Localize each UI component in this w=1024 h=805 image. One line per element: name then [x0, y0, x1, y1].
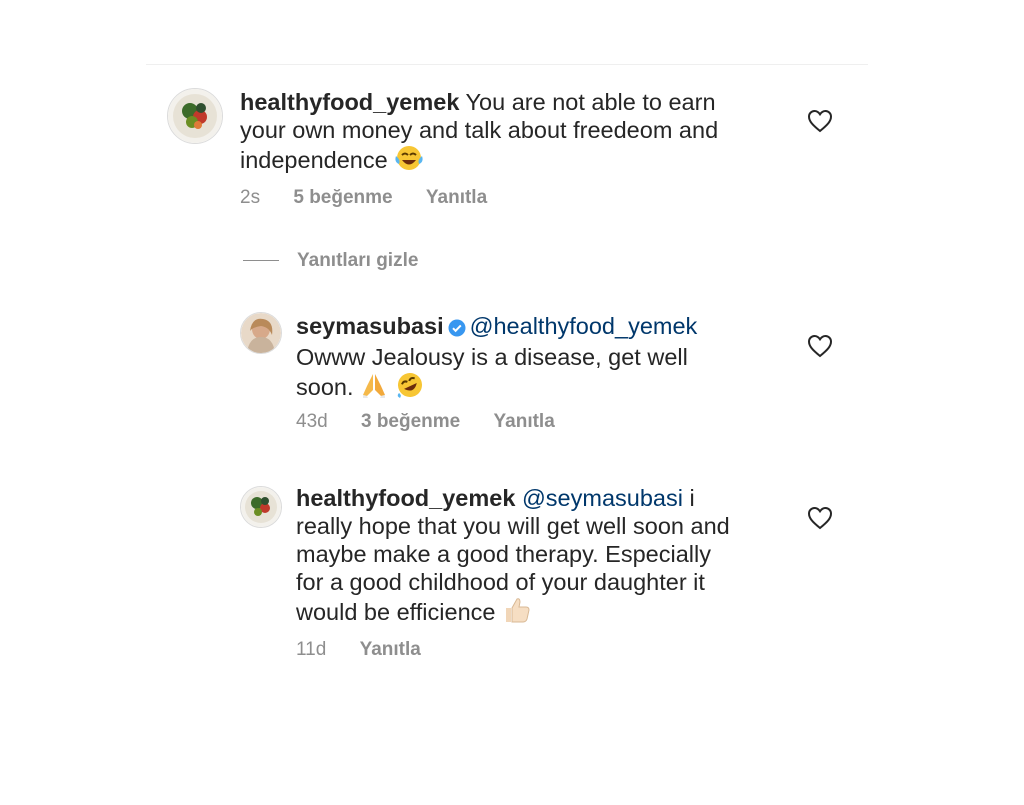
reply-line: Owww Jealousy is a disease, get well [296, 344, 688, 370]
avatar[interactable] [240, 486, 282, 528]
hide-replies-label: Yanıtları gizle [297, 250, 419, 271]
comment-text: healthyfood_yemek You are not able to ea… [240, 88, 800, 178]
hide-replies-line [243, 260, 279, 262]
comment-line: your own money and talk about freedeom a… [240, 117, 719, 143]
comment-line: independence [240, 147, 388, 173]
reply-line: maybe make a good therapy. Especially [296, 541, 711, 567]
reply-time: 43d [296, 411, 328, 432]
reply-line: i [689, 485, 695, 511]
top-divider [146, 64, 868, 65]
reply-username[interactable]: seymasubasi [296, 313, 444, 339]
heart-icon[interactable] [807, 506, 833, 530]
reply-line: really hope that you will get well soon … [296, 513, 730, 539]
reply-text: seymasubasi @healthyfood_yemek Owww Jealo… [296, 312, 796, 405]
likes-count[interactable]: 3 beğenme [361, 411, 460, 433]
mention-link[interactable]: @healthyfood_yemek [470, 313, 698, 339]
mention-link[interactable]: @seymasubasi [522, 485, 683, 511]
thumbs-up-emoji-icon [502, 596, 532, 630]
comment-line: You are not able to earn [465, 89, 716, 115]
reply-time: 11d [296, 639, 327, 660]
avatar[interactable] [240, 312, 282, 354]
reply-line: soon. [296, 374, 354, 400]
comment-time: 2s [240, 187, 261, 208]
reply-line: would be efficience [296, 599, 496, 625]
reply-meta: 11d Yanıtla [296, 639, 449, 661]
hide-replies-button[interactable]: Yanıtları gizle [243, 250, 418, 274]
laughing-tears-emoji-icon [394, 144, 424, 178]
likes-count[interactable]: 5 beğenme [293, 187, 392, 209]
reply-meta: 43d 3 beğenme Yanıtla [296, 411, 583, 433]
comment-username[interactable]: healthyfood_yemek [240, 89, 459, 115]
reply-button[interactable]: Yanıtla [494, 411, 555, 433]
reply-text: healthyfood_yemek @seymasubasi i really … [296, 484, 796, 630]
avatar[interactable] [167, 88, 223, 144]
heart-icon[interactable] [807, 334, 833, 358]
reply-username[interactable]: healthyfood_yemek [296, 485, 515, 511]
reply-line: for a good childhood of your daughter it [296, 569, 705, 595]
rofl-emoji-icon [395, 371, 425, 405]
comment-meta: 2s 5 beğenme Yanıtla [240, 187, 515, 209]
reply-button[interactable]: Yanıtla [360, 639, 421, 661]
folded-hands-emoji-icon [360, 371, 388, 405]
heart-icon[interactable] [807, 109, 833, 133]
reply-button[interactable]: Yanıtla [426, 187, 487, 209]
verified-badge-icon [448, 315, 466, 343]
